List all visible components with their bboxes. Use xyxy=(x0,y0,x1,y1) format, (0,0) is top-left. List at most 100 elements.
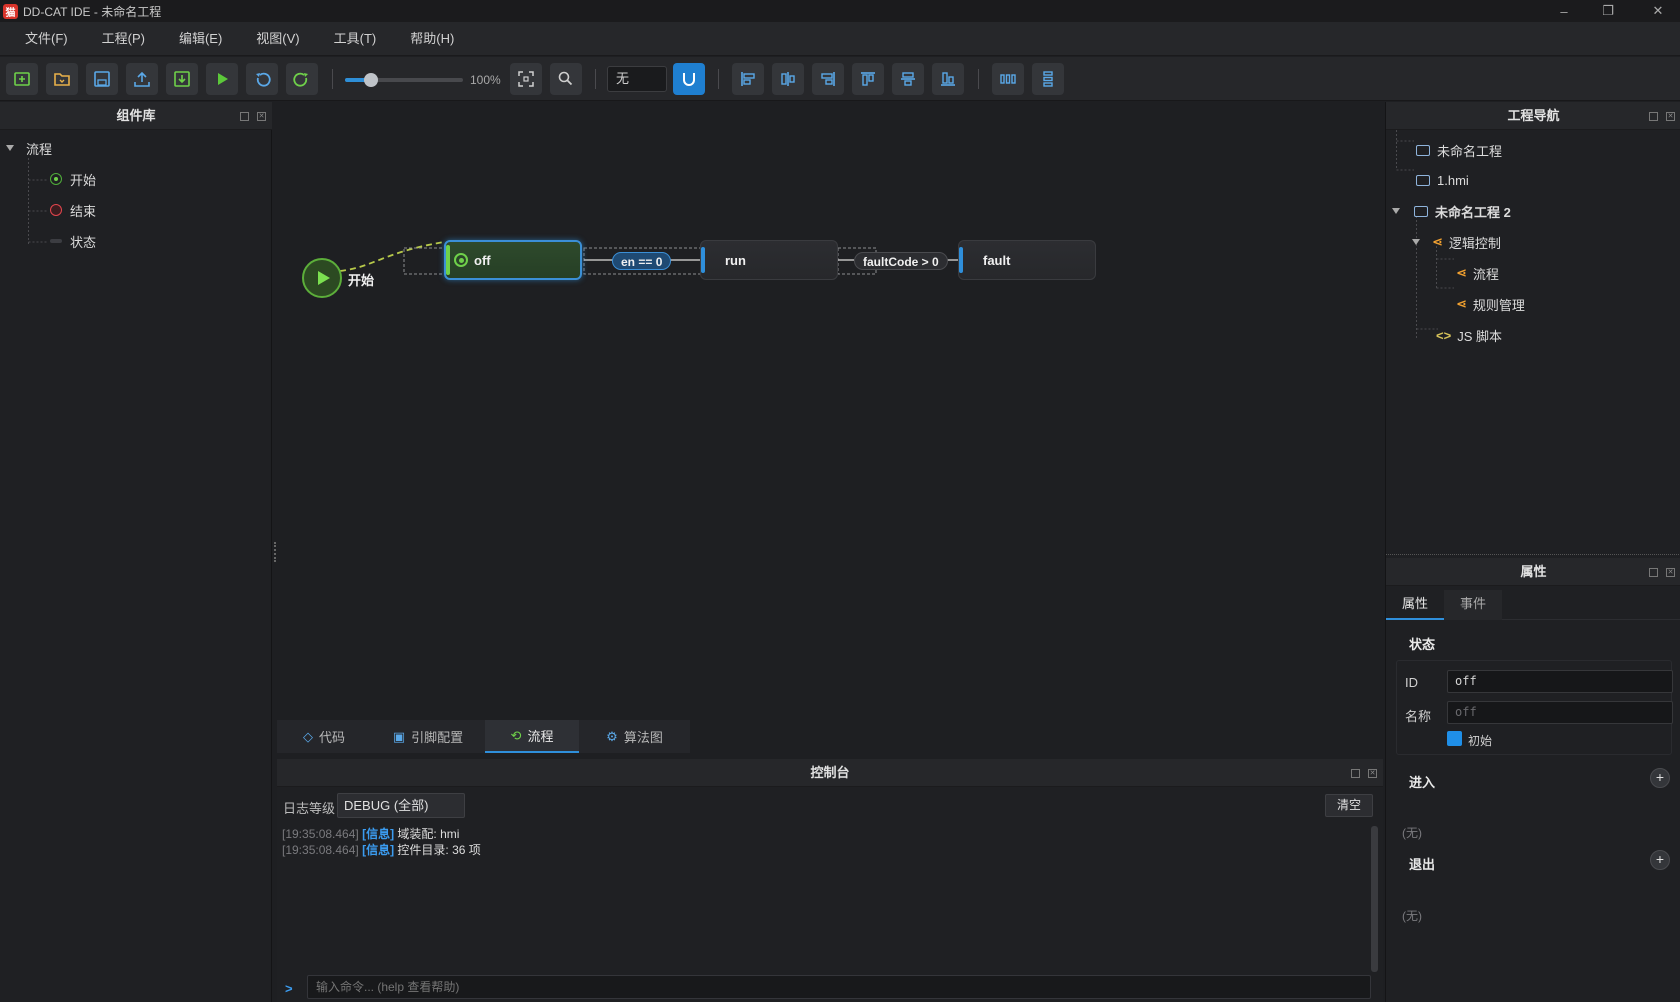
nav-item-project-1[interactable]: 未命名工程 xyxy=(1416,139,1502,161)
close-panel-icon[interactable]: ✕ xyxy=(257,111,266,121)
panel-header: 控制台 ✕ xyxy=(277,759,1383,787)
nav-item-hmi[interactable]: 1.hmi xyxy=(1416,169,1469,191)
id-field[interactable]: off xyxy=(1447,670,1673,693)
window-title: DD-CAT IDE - 未命名工程 xyxy=(23,4,162,19)
nav-item-logic-control[interactable]: ⋖ 逻辑控制 xyxy=(1412,231,1501,253)
redo-button[interactable] xyxy=(286,63,318,95)
command-input[interactable] xyxy=(307,975,1371,999)
toolbar-separator xyxy=(332,69,333,89)
state-accent-bar xyxy=(959,247,963,273)
tab-flow[interactable]: ⟲ 流程 xyxy=(485,720,579,753)
align-right-button[interactable] xyxy=(812,63,844,95)
chevron-down-icon xyxy=(6,145,14,151)
state-node-off[interactable]: off xyxy=(444,240,582,280)
zoom-reset-button[interactable] xyxy=(550,63,582,95)
grid-snap-select[interactable]: 无 xyxy=(607,66,667,92)
restore-icon[interactable]: ❐ xyxy=(1586,0,1630,22)
align-top-button[interactable] xyxy=(852,63,884,95)
float-panel-icon[interactable] xyxy=(1649,111,1658,121)
nav-item-rule-management[interactable]: ⋖ 规则管理 xyxy=(1456,293,1525,315)
magnifier-icon xyxy=(558,71,573,86)
add-exit-action-button[interactable]: + xyxy=(1650,850,1670,870)
panel-header-buttons: ✕ xyxy=(240,102,266,130)
align-bottom-button[interactable] xyxy=(932,63,964,95)
nav-item-js-script[interactable]: <> JS 脚本 xyxy=(1436,324,1502,346)
menu-help[interactable]: 帮助(H) xyxy=(393,22,471,56)
log-level-select[interactable]: DEBUG (全部) xyxy=(337,793,465,818)
magnet-snap-toggle[interactable] xyxy=(673,63,705,95)
flow-canvas[interactable]: 开始 off run fault en == 0 faultCode > 0 xyxy=(274,102,1384,720)
transition-label-en[interactable]: en == 0 xyxy=(612,252,672,270)
nav-item-label: 未命名工程 2 xyxy=(1435,204,1511,220)
state-node-run[interactable]: run xyxy=(700,240,838,280)
start-node[interactable] xyxy=(302,258,342,298)
float-panel-icon[interactable] xyxy=(1649,567,1658,577)
open-project-button[interactable] xyxy=(46,63,78,95)
run-button[interactable] xyxy=(206,63,238,95)
panel-title: 属性 xyxy=(1520,564,1547,579)
menu-view[interactable]: 视图(V) xyxy=(239,22,316,56)
tab-code[interactable]: ◇ 代码 xyxy=(277,720,371,753)
nav-item-flow[interactable]: ⋖ 流程 xyxy=(1456,262,1499,284)
log-line: [19:35:08.464] [信息] 控件目录: 36 项 xyxy=(282,842,1367,858)
log-tag: [信息] xyxy=(362,843,395,857)
zoom-level: 100% xyxy=(470,73,501,87)
initial-checkbox[interactable] xyxy=(1447,731,1462,746)
zoom-slider[interactable] xyxy=(345,73,463,87)
distribute-vertical-button[interactable] xyxy=(1032,63,1064,95)
undo-button[interactable] xyxy=(246,63,278,95)
export-button[interactable] xyxy=(126,63,158,95)
fit-view-button[interactable] xyxy=(510,63,542,95)
align-middle-button[interactable] xyxy=(892,63,924,95)
float-panel-icon[interactable] xyxy=(1351,768,1360,778)
distribute-v-icon xyxy=(1043,71,1053,87)
close-panel-icon[interactable]: ✕ xyxy=(1666,111,1675,121)
panel-title: 组件库 xyxy=(116,108,156,123)
menu-file[interactable]: 文件(F) xyxy=(8,22,85,56)
start-node-icon xyxy=(50,173,62,185)
id-label: ID xyxy=(1405,675,1418,690)
tab-label: 流程 xyxy=(527,729,554,744)
tree-item-state[interactable]: 状态 xyxy=(50,231,96,251)
tree-group-flow[interactable]: 流程 xyxy=(6,138,52,158)
close-panel-icon[interactable]: ✕ xyxy=(1368,768,1377,778)
console-scrollbar[interactable] xyxy=(1371,826,1378,972)
splitter-handle[interactable] xyxy=(274,542,277,562)
add-enter-action-button[interactable]: + xyxy=(1650,768,1670,788)
log-level-label: 日志等级 xyxy=(283,801,336,816)
state-node-fault[interactable]: fault xyxy=(958,240,1096,280)
save-icon xyxy=(94,71,110,87)
zoom-slider-handle[interactable] xyxy=(363,73,378,87)
save-button[interactable] xyxy=(86,63,118,95)
tree-item-end[interactable]: 结束 xyxy=(50,200,96,220)
nav-item-project-2[interactable]: 未命名工程 2 xyxy=(1392,200,1511,222)
state-label: off xyxy=(474,252,491,268)
minimize-icon[interactable]: – xyxy=(1542,0,1586,22)
align-center-h-button[interactable] xyxy=(772,63,804,95)
menu-tools[interactable]: 工具(T) xyxy=(317,22,394,56)
new-project-button[interactable] xyxy=(6,63,38,95)
align-left-button[interactable] xyxy=(732,63,764,95)
transition-label-faultcode[interactable]: faultCode > 0 xyxy=(854,252,948,270)
tab-label: 引脚配置 xyxy=(411,730,464,745)
tab-events[interactable]: 事件 xyxy=(1444,590,1502,620)
undo-icon xyxy=(256,72,271,87)
panel-title: 工程导航 xyxy=(1507,108,1560,123)
align-top-icon xyxy=(861,72,875,86)
close-panel-icon[interactable]: ✕ xyxy=(1666,567,1675,577)
magnet-icon xyxy=(683,73,695,86)
float-panel-icon[interactable] xyxy=(240,111,249,121)
name-field[interactable]: off xyxy=(1447,701,1673,724)
menu-project[interactable]: 工程(P) xyxy=(85,22,162,56)
distribute-horizontal-button[interactable] xyxy=(992,63,1024,95)
tab-properties[interactable]: 属性 xyxy=(1386,590,1444,620)
tree-item-start[interactable]: 开始 xyxy=(50,169,96,189)
import-button[interactable] xyxy=(166,63,198,95)
menu-edit[interactable]: 编辑(E) xyxy=(162,22,239,56)
tab-algorithm-graph[interactable]: ⚙ 算法图 xyxy=(579,720,690,753)
tab-pin-config[interactable]: ▣ 引脚配置 xyxy=(371,720,485,753)
align-bottom-icon xyxy=(941,72,955,86)
clear-console-button[interactable]: 清空 xyxy=(1325,794,1373,817)
close-icon[interactable]: ✕ xyxy=(1636,0,1680,22)
align-right-icon xyxy=(821,72,835,86)
